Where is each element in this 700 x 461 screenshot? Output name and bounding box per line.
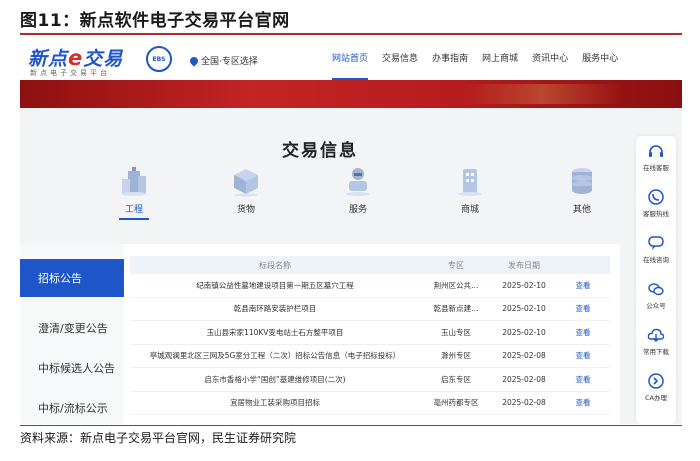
category-tabs: 工程 货物 服务 商城 其他 — [78, 165, 638, 223]
logo-wordmark: 新点e交易 — [28, 46, 124, 70]
view-link[interactable]: 查看 — [556, 397, 610, 408]
nav-trade-info[interactable]: 交易信息 — [382, 40, 418, 80]
phone-icon — [648, 189, 664, 205]
row-date: 2025-02-08 — [502, 398, 546, 408]
side-item-clarification[interactable]: 澄清/变更公告 — [20, 309, 124, 347]
building-icon — [121, 167, 147, 196]
box-icon — [234, 169, 258, 197]
view-link[interactable]: 查看 — [556, 327, 610, 338]
header-area: 专区 — [448, 260, 464, 270]
float-online-service[interactable]: 在线客服 — [636, 142, 676, 172]
table-row[interactable]: 纪南镇公益性墓地建设项目第一期五区墓穴工程 荆州区公共... 2025-02-1… — [130, 274, 610, 298]
row-name[interactable]: 启东市香格小学“国创”基建维修项目(二次) — [130, 374, 420, 385]
announcement-panel: 招标公告 澄清/变更公告 中标候选人公告 中标/流标公示 标段名称 专区 发布日… — [20, 244, 620, 424]
view-link[interactable]: 查看 — [556, 374, 610, 385]
view-link[interactable]: 查看 — [556, 303, 610, 314]
row-area: 乾县新点建... — [433, 304, 479, 314]
row-name[interactable]: 宜居物业工装采购项目招标 — [130, 397, 420, 408]
floating-service-bar: 在线客服 客服热线 在线咨询 公众号 常用下载 CA办理 — [636, 136, 676, 424]
wechat-icon — [648, 283, 664, 296]
side-item-tender-notice[interactable]: 招标公告 — [20, 259, 124, 297]
row-name[interactable]: 纪南镇公益性墓地建设项目第一期五区墓穴工程 — [130, 280, 420, 291]
nav-news[interactable]: 资讯中心 — [532, 40, 568, 80]
source-rule — [20, 425, 682, 426]
row-area: 玉山专区 — [441, 327, 471, 337]
category-tab-engineering[interactable]: 工程 — [78, 165, 190, 223]
database-icon — [572, 168, 592, 194]
row-date: 2025-02-08 — [502, 351, 546, 361]
row-name[interactable]: 玉山县宋家110KV变电站土石方整平项目 — [130, 327, 420, 338]
shop-icon — [458, 169, 482, 196]
view-link[interactable]: 查看 — [556, 350, 610, 361]
table-row[interactable]: 乾县南环路安装护栏项目 乾县新点建... 2025-02-10 查看 — [130, 298, 610, 321]
announcement-side-menu: 招标公告 澄清/变更公告 中标候选人公告 中标/流标公示 — [20, 244, 124, 424]
category-tab-other[interactable]: 其他 — [526, 165, 638, 223]
category-label: 服务 — [348, 205, 367, 215]
float-consult[interactable]: 在线咨询 — [636, 234, 676, 264]
side-item-candidate[interactable]: 中标候选人公告 — [20, 349, 124, 387]
table-header: 标段名称 专区 发布日期 — [130, 256, 610, 274]
logo-subtitle: 新点电子交易平台 — [30, 69, 110, 77]
float-wechat[interactable]: 公众号 — [636, 280, 676, 310]
category-tab-goods[interactable]: 货物 — [190, 165, 302, 223]
category-label: 货物 — [236, 205, 255, 215]
figure-title: 图11：新点软件电子交易平台官网 — [20, 11, 290, 31]
row-name[interactable]: 亭城观澜里北区三网及5G室分工程（二次）招标公告信息（电子招标投标） — [130, 350, 420, 361]
row-area: 启东专区 — [441, 374, 471, 384]
figure-source: 资料来源：新点电子交易平台官网，民生证券研究院 — [20, 431, 297, 445]
row-date: 2025-02-08 — [502, 374, 546, 384]
site-logo[interactable]: 新点e交易 新点电子交易平台 — [28, 44, 148, 78]
ca-icon — [648, 373, 664, 389]
float-download[interactable]: 常用下载 — [636, 326, 676, 356]
category-tab-shop[interactable]: 商城 — [414, 165, 526, 223]
location-pin-icon — [188, 54, 200, 67]
table-row[interactable]: 亭城观澜里北区三网及5G室分工程（二次）招标公告信息（电子招标投标） 滁州专区 … — [130, 345, 610, 368]
category-label: 商城 — [460, 205, 479, 215]
figure-title-rule — [20, 33, 682, 35]
service-icon — [346, 168, 370, 196]
chat-icon — [648, 236, 664, 250]
table-row[interactable]: 启东市香格小学“国创”基建维修项目(二次) 启东专区 2025-02-08 查看 — [130, 368, 610, 392]
row-date: 2025-02-10 — [502, 304, 546, 314]
nav-mall[interactable]: 网上商城 — [482, 40, 518, 80]
nav-service[interactable]: 服务中心 — [582, 40, 618, 80]
announcement-table: 标段名称 专区 发布日期 纪南镇公益性墓地建设项目第一期五区墓穴工程 荆州区公共… — [130, 256, 610, 415]
row-area: 滁州专区 — [441, 351, 471, 361]
category-tab-service[interactable]: 服务 — [302, 165, 414, 223]
table-row[interactable]: 玉山县宋家110KV变电站土石方整平项目 玉山专区 2025-02-10 查看 — [130, 321, 610, 345]
header-name: 标段名称 — [259, 260, 291, 270]
nav-home[interactable]: 网站首页 — [332, 40, 369, 80]
region-selector[interactable]: 全国·专区选择 — [188, 54, 258, 67]
row-name[interactable]: 乾县南环路安装护栏项目 — [130, 303, 420, 314]
float-ca[interactable]: CA办理 — [636, 372, 676, 402]
category-label: 工程 — [118, 202, 149, 220]
header-date: 发布日期 — [508, 260, 540, 270]
section-title: 交易信息 — [282, 141, 358, 161]
region-label: 全国·专区选择 — [201, 57, 258, 67]
hero-banner[interactable] — [20, 80, 682, 108]
table-row[interactable]: 宜居物业工装采购项目招标 亳州药都专区 2025-02-08 查看 — [130, 392, 610, 415]
category-label: 其他 — [572, 205, 591, 215]
row-area: 荆州区公共... — [433, 280, 479, 290]
view-link[interactable]: 查看 — [556, 280, 610, 291]
float-hotline[interactable]: 客服热线 — [636, 188, 676, 218]
row-date: 2025-02-10 — [502, 280, 546, 290]
website-screenshot: 新点e交易 新点电子交易平台 EBS 全国·专区选择 网站首页 交易信息 办事指… — [20, 40, 682, 424]
main-nav: 网站首页 交易信息 办事指南 网上商城 资讯中心 服务中心 — [332, 40, 632, 80]
ebs-badge: EBS — [146, 46, 172, 72]
side-item-award[interactable]: 中标/流标公示 — [20, 389, 124, 424]
cloud-download-icon — [647, 328, 665, 342]
headset-icon — [649, 145, 663, 157]
row-date: 2025-02-10 — [502, 327, 546, 337]
site-header: 新点e交易 新点电子交易平台 EBS 全国·专区选择 网站首页 交易信息 办事指… — [20, 40, 682, 80]
nav-guide[interactable]: 办事指南 — [432, 40, 468, 80]
row-area: 亳州药都专区 — [433, 398, 479, 408]
